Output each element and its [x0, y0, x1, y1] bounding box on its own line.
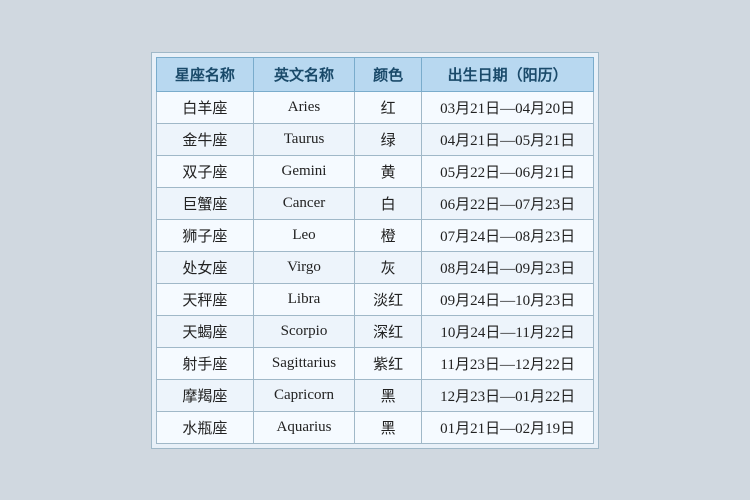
cell-3-2: 白 — [355, 187, 422, 219]
cell-4-3: 07月24日—08月23日 — [422, 219, 594, 251]
cell-10-0: 水瓶座 — [156, 411, 253, 443]
cell-5-0: 处女座 — [156, 251, 253, 283]
cell-0-3: 03月21日—04月20日 — [422, 91, 594, 123]
cell-4-1: Leo — [253, 219, 354, 251]
cell-7-0: 天蝎座 — [156, 315, 253, 347]
cell-8-0: 射手座 — [156, 347, 253, 379]
cell-6-0: 天秤座 — [156, 283, 253, 315]
table-row: 天蝎座Scorpio深红10月24日—11月22日 — [156, 315, 593, 347]
table-row: 狮子座Leo橙07月24日—08月23日 — [156, 219, 593, 251]
cell-9-3: 12月23日—01月22日 — [422, 379, 594, 411]
cell-9-1: Capricorn — [253, 379, 354, 411]
cell-9-0: 摩羯座 — [156, 379, 253, 411]
table-row: 摩羯座Capricorn黑12月23日—01月22日 — [156, 379, 593, 411]
cell-3-1: Cancer — [253, 187, 354, 219]
cell-8-1: Sagittarius — [253, 347, 354, 379]
cell-9-2: 黑 — [355, 379, 422, 411]
cell-1-1: Taurus — [253, 123, 354, 155]
table-header-row: 星座名称英文名称颜色出生日期（阳历） — [156, 57, 593, 91]
cell-2-3: 05月22日—06月21日 — [422, 155, 594, 187]
cell-7-1: Scorpio — [253, 315, 354, 347]
cell-7-2: 深红 — [355, 315, 422, 347]
cell-1-3: 04月21日—05月21日 — [422, 123, 594, 155]
zodiac-table: 星座名称英文名称颜色出生日期（阳历） 白羊座Aries红03月21日—04月20… — [156, 57, 594, 444]
header-col-0: 星座名称 — [156, 57, 253, 91]
table-row: 射手座Sagittarius紫红11月23日—12月22日 — [156, 347, 593, 379]
cell-4-0: 狮子座 — [156, 219, 253, 251]
cell-8-3: 11月23日—12月22日 — [422, 347, 594, 379]
table-row: 白羊座Aries红03月21日—04月20日 — [156, 91, 593, 123]
table-row: 双子座Gemini黄05月22日—06月21日 — [156, 155, 593, 187]
cell-5-2: 灰 — [355, 251, 422, 283]
table-row: 天秤座Libra淡红09月24日—10月23日 — [156, 283, 593, 315]
cell-5-3: 08月24日—09月23日 — [422, 251, 594, 283]
cell-6-2: 淡红 — [355, 283, 422, 315]
cell-10-3: 01月21日—02月19日 — [422, 411, 594, 443]
cell-2-1: Gemini — [253, 155, 354, 187]
cell-8-2: 紫红 — [355, 347, 422, 379]
cell-10-2: 黑 — [355, 411, 422, 443]
cell-7-3: 10月24日—11月22日 — [422, 315, 594, 347]
cell-0-2: 红 — [355, 91, 422, 123]
cell-6-3: 09月24日—10月23日 — [422, 283, 594, 315]
cell-4-2: 橙 — [355, 219, 422, 251]
cell-3-3: 06月22日—07月23日 — [422, 187, 594, 219]
cell-3-0: 巨蟹座 — [156, 187, 253, 219]
cell-2-0: 双子座 — [156, 155, 253, 187]
cell-0-1: Aries — [253, 91, 354, 123]
header-col-1: 英文名称 — [253, 57, 354, 91]
table-row: 金牛座Taurus绿04月21日—05月21日 — [156, 123, 593, 155]
table-row: 水瓶座Aquarius黑01月21日—02月19日 — [156, 411, 593, 443]
cell-2-2: 黄 — [355, 155, 422, 187]
header-col-2: 颜色 — [355, 57, 422, 91]
cell-0-0: 白羊座 — [156, 91, 253, 123]
table-row: 巨蟹座Cancer白06月22日—07月23日 — [156, 187, 593, 219]
cell-6-1: Libra — [253, 283, 354, 315]
cell-1-2: 绿 — [355, 123, 422, 155]
cell-1-0: 金牛座 — [156, 123, 253, 155]
cell-10-1: Aquarius — [253, 411, 354, 443]
table-row: 处女座Virgo灰08月24日—09月23日 — [156, 251, 593, 283]
zodiac-table-container: 星座名称英文名称颜色出生日期（阳历） 白羊座Aries红03月21日—04月20… — [151, 52, 599, 449]
cell-5-1: Virgo — [253, 251, 354, 283]
header-col-3: 出生日期（阳历） — [422, 57, 594, 91]
